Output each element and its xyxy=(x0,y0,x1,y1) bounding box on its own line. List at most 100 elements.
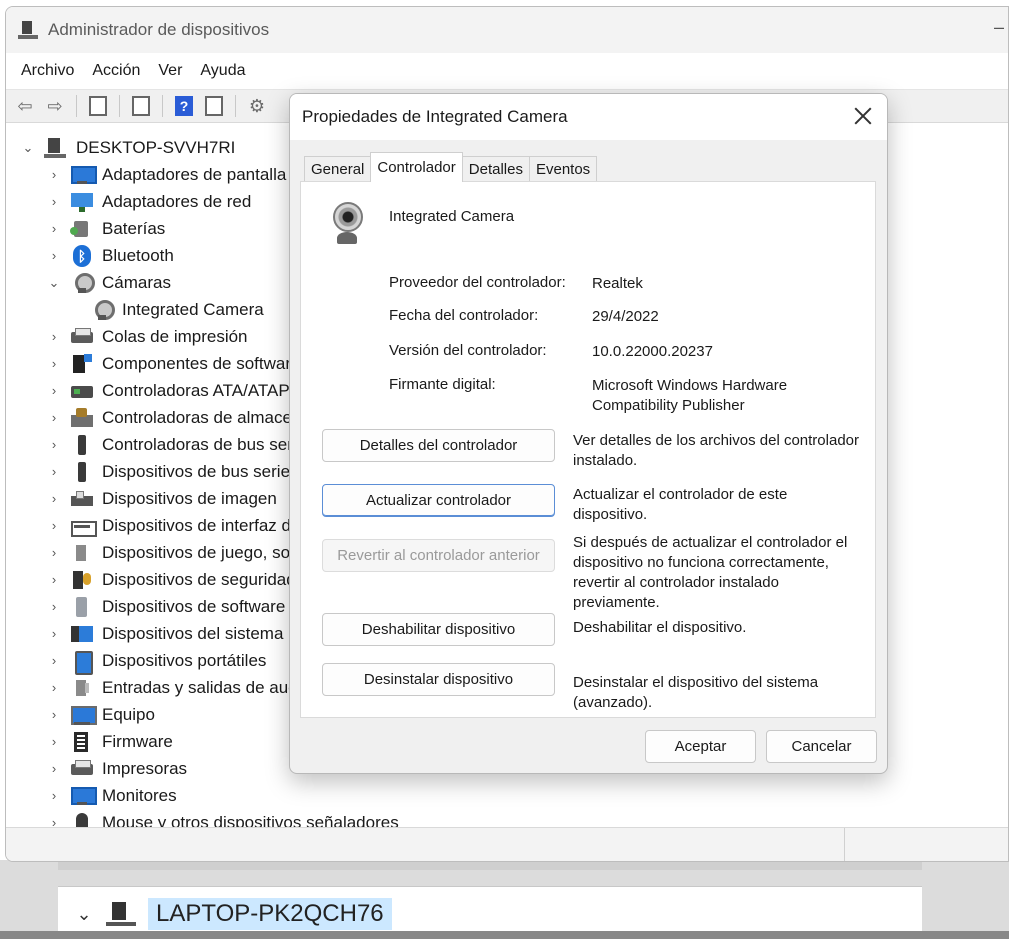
tab-general[interactable]: General xyxy=(304,156,372,182)
chevron-right-icon[interactable]: › xyxy=(46,491,62,506)
menu-accion[interactable]: Acción xyxy=(86,58,146,84)
uninstall-device-description: Desinstalar el dispositivo del sistema (… xyxy=(573,674,819,711)
printer-icon xyxy=(70,758,94,780)
tree-item[interactable]: › Mouse y otros dispositivos señaladores xyxy=(46,809,399,827)
background-tree-root[interactable]: ⌄ LAPTOP-PK2QCH76 xyxy=(74,896,392,932)
tab-controlador[interactable]: Controlador xyxy=(370,152,463,182)
chevron-right-icon[interactable]: › xyxy=(46,383,62,398)
help-icon[interactable]: ? xyxy=(171,93,197,119)
tree-item-label: Impresoras xyxy=(102,758,188,778)
tree-item[interactable]: › Controladoras ATA/ATAPI IDE xyxy=(46,377,328,404)
device-manager-titlebar[interactable]: Administrador de dispositivos – xyxy=(6,7,1008,53)
chevron-right-icon[interactable]: › xyxy=(46,626,62,641)
forward-arrow-icon[interactable]: ⇨ xyxy=(42,93,68,119)
tree-item[interactable]: › Dispositivos de software xyxy=(46,593,285,620)
close-icon[interactable] xyxy=(851,104,875,128)
chevron-right-icon[interactable]: › xyxy=(46,761,62,776)
imaging-device-icon xyxy=(70,488,94,510)
tree-item[interactable]: › Entradas y salidas de audio xyxy=(46,674,311,701)
dialog-titlebar[interactable]: Propiedades de Integrated Camera xyxy=(290,94,887,140)
chevron-down-icon[interactable]: ⌄ xyxy=(20,140,36,156)
back-arrow-icon[interactable]: ⇦ xyxy=(12,93,38,119)
driver-provider-value: Realtek xyxy=(592,275,643,292)
digital-signer-label: Firmante digital: xyxy=(389,376,496,393)
chevron-right-icon[interactable]: › xyxy=(46,437,62,452)
driver-version-label: Versión del controlador: xyxy=(389,342,547,359)
tab-eventos[interactable]: Eventos xyxy=(528,156,598,182)
tree-item[interactable]: › Firmware xyxy=(46,728,173,755)
digital-signer-value: Microsoft Windows Hardware Compatibility… xyxy=(592,377,788,414)
chevron-right-icon[interactable]: › xyxy=(46,410,62,425)
chevron-right-icon[interactable]: › xyxy=(46,599,62,614)
rollback-driver-button[interactable]: Revertir al controlador anterior xyxy=(322,539,555,572)
tree-item[interactable]: › Equipo xyxy=(46,701,155,728)
cancel-button[interactable]: Cancelar xyxy=(766,730,877,763)
hid-icon xyxy=(70,515,97,537)
tree-item-label: Dispositivos portátiles xyxy=(102,650,267,670)
tree-item[interactable]: › Adaptadores de pantalla xyxy=(46,161,286,188)
display-adapter-icon xyxy=(70,164,97,186)
background-device-manager-window: ⌄ LAPTOP-PK2QCH76 xyxy=(0,860,1009,939)
tree-item-label: Monitores xyxy=(102,785,177,805)
tree-item[interactable]: › Adaptadores de red xyxy=(46,188,251,215)
tree-item[interactable]: › Monitores xyxy=(46,782,177,809)
tree-item[interactable]: › Baterías xyxy=(46,215,165,242)
toolbar-separator xyxy=(119,95,120,117)
disable-device-button[interactable]: Deshabilitar dispositivo xyxy=(322,613,555,646)
tree-child-item[interactable]: Integrated Camera xyxy=(82,296,264,323)
tree-item[interactable]: › Dispositivos portátiles xyxy=(46,647,267,675)
firmware-icon xyxy=(70,731,94,753)
update-driver-button[interactable]: Actualizar controlador xyxy=(322,484,555,517)
chevron-right-icon[interactable]: › xyxy=(46,572,62,587)
chevron-right-icon[interactable]: › xyxy=(46,329,62,344)
chevron-right-icon[interactable]: › xyxy=(46,815,62,827)
chevron-down-icon[interactable]: ⌄ xyxy=(46,275,62,291)
tree-item[interactable]: › Dispositivos del sistema xyxy=(46,620,284,647)
chevron-right-icon[interactable]: › xyxy=(46,707,62,722)
status-bar xyxy=(6,827,1008,861)
menu-archivo[interactable]: Archivo xyxy=(15,58,80,84)
chevron-right-icon[interactable]: › xyxy=(46,653,62,668)
chevron-right-icon[interactable]: › xyxy=(46,788,62,803)
chevron-right-icon[interactable]: › xyxy=(46,518,62,533)
ok-button[interactable]: Aceptar xyxy=(645,730,756,763)
tree-item[interactable]: ⌄ Cámaras xyxy=(46,269,171,296)
chevron-right-icon[interactable]: › xyxy=(46,734,62,749)
tab-detalles[interactable]: Detalles xyxy=(461,156,530,182)
chevron-down-icon[interactable]: ⌄ xyxy=(74,904,94,925)
toolbar-separator xyxy=(76,95,77,117)
minimize-icon[interactable]: – xyxy=(994,17,1008,38)
chevron-right-icon[interactable]: › xyxy=(46,221,62,236)
chevron-right-icon[interactable]: › xyxy=(46,248,62,263)
tree-item[interactable]: › Componentes de software xyxy=(46,350,300,377)
chevron-right-icon[interactable]: › xyxy=(46,464,62,479)
page-icon[interactable] xyxy=(128,93,154,119)
chevron-right-icon[interactable]: › xyxy=(46,194,62,209)
tree-item[interactable]: › Colas de impresión xyxy=(46,323,248,350)
tree-item[interactable]: › Impresoras xyxy=(46,755,187,782)
tree-item[interactable]: › Bluetooth xyxy=(46,242,174,269)
tree-root-label: DESKTOP-SVVH7RI xyxy=(76,137,236,157)
driver-details-button[interactable]: Detalles del controlador xyxy=(322,429,555,462)
taskbar-edge xyxy=(0,931,1009,939)
dialog-title: Propiedades de Integrated Camera xyxy=(302,107,568,126)
properties-icon[interactable] xyxy=(85,93,111,119)
camera-icon xyxy=(90,299,115,321)
menu-ayuda[interactable]: Ayuda xyxy=(194,58,251,84)
chevron-right-icon[interactable]: › xyxy=(46,167,62,182)
uninstall-device-button[interactable]: Desinstalar dispositivo xyxy=(322,663,555,696)
run-icon[interactable] xyxy=(201,93,227,119)
menu-ver[interactable]: Ver xyxy=(152,58,188,84)
scan-hardware-icon[interactable]: ⚙ xyxy=(244,93,270,119)
update-driver-description: Actualizar el controlador de este dispos… xyxy=(573,486,788,523)
chevron-right-icon[interactable]: › xyxy=(46,545,62,560)
tree-item[interactable]: › Dispositivos de seguridad xyxy=(46,566,296,593)
sound-icon xyxy=(70,542,94,564)
tree-root[interactable]: ⌄ DESKTOP-SVVH7RI xyxy=(20,134,235,161)
chevron-right-icon[interactable]: › xyxy=(46,356,62,371)
tree-item-label: Adaptadores de pantalla xyxy=(102,164,287,184)
chevron-right-icon[interactable]: › xyxy=(46,680,62,695)
storage-controller-icon xyxy=(70,407,94,429)
tree-item-label: Equipo xyxy=(102,704,155,724)
tree-item[interactable]: › Dispositivos de imagen xyxy=(46,485,277,512)
